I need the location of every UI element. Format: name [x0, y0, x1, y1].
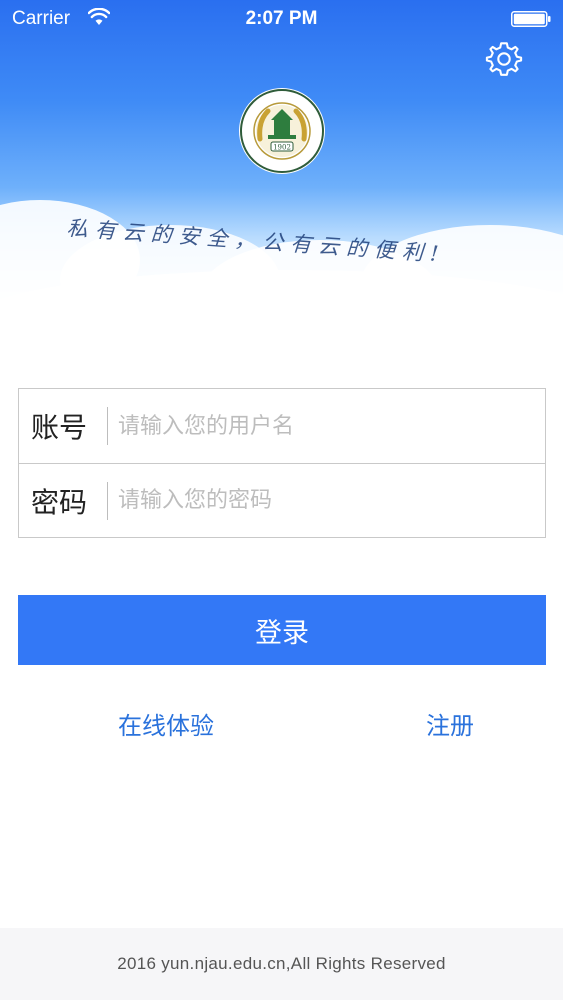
- logo-year: 1902: [273, 144, 291, 152]
- battery-icon: [511, 11, 551, 27]
- clock-time: 2:07 PM: [245, 8, 318, 29]
- cloud: [0, 270, 563, 360]
- login-button[interactable]: 登录: [18, 595, 546, 665]
- password-row: 密码: [19, 463, 545, 537]
- status-bar: Carrier 2:07 PM: [0, 0, 563, 40]
- field-divider: [107, 407, 108, 445]
- footer: 2016 yun.njau.edu.cn,All Rights Reserved: [0, 928, 563, 1000]
- gear-icon[interactable]: [485, 40, 523, 78]
- account-label: 账号: [31, 411, 88, 444]
- account-row: 账号: [19, 389, 545, 463]
- online-trial-link[interactable]: 在线体验: [118, 706, 214, 741]
- copyright-text: 2016 yun.njau.edu.cn,All Rights Reserved: [117, 954, 446, 973]
- field-divider: [107, 481, 108, 520]
- login-form: 账号 密码: [18, 388, 546, 538]
- username-input[interactable]: [116, 396, 545, 456]
- register-link[interactable]: 注册: [426, 706, 474, 741]
- login-screen: Carrier 2:07 PM 1902 私有云的安全，公有云的便利! 账号 请…: [0, 0, 563, 1000]
- password-label: 密码: [31, 485, 88, 519]
- sky-banner: Carrier 2:07 PM 1902 私有云的安全，公有云的便利!: [0, 0, 563, 360]
- university-seal-icon: 1902: [239, 88, 325, 174]
- password-input[interactable]: [116, 470, 545, 531]
